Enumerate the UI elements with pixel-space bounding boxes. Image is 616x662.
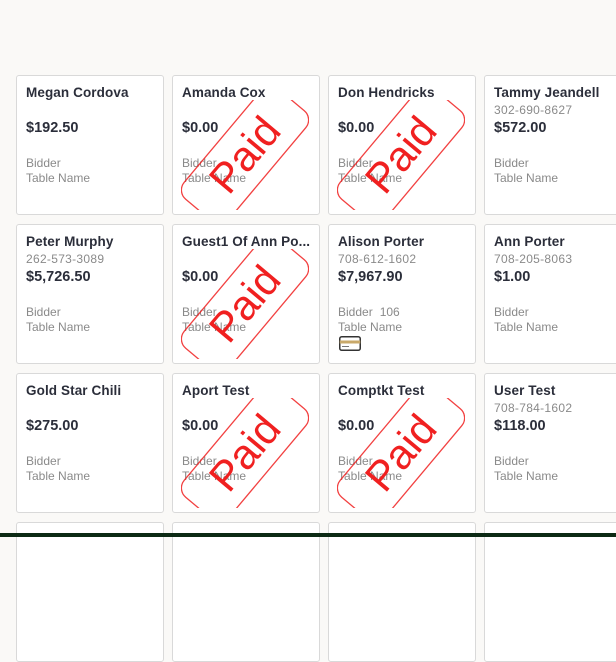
bidder-card[interactable]: Comptkt Test $0.00 Bidder Table Name Paid (328, 373, 476, 513)
bidder-amount: $0.00 (182, 418, 219, 434)
bidder-name: Guest1 Of Ann Po... (182, 234, 311, 249)
bidder-amount: $5,726.50 (26, 269, 91, 285)
bidder-phone: 708-784-1602 (494, 401, 573, 415)
bidder-label: Bidder (494, 156, 529, 170)
bidder-number-row: Bidder (494, 454, 529, 468)
bidder-card[interactable]: Don Hendricks $0.00 Bidder Table Name Paid (328, 75, 476, 215)
table-name-label: Table Name (338, 171, 403, 185)
bidder-phone: 708-205-8063 (494, 252, 573, 266)
bidder-name: Gold Star Chili (26, 383, 122, 398)
bidder-card[interactable] (172, 522, 320, 662)
bidder-label: Bidder (494, 305, 529, 319)
bidder-amount: $0.00 (338, 418, 375, 434)
bidder-name: Peter Murphy (26, 234, 114, 249)
bidder-number-row: Bidder 106 (338, 305, 400, 319)
bidder-amount: $7,967.90 (338, 269, 403, 285)
bidder-number-row: Bidder (494, 305, 529, 319)
bidder-card[interactable]: Megan Cordova $192.50 Bidder Table Name (16, 75, 164, 215)
bidder-amount: $0.00 (182, 269, 219, 285)
table-name-label: Table Name (338, 469, 403, 483)
bidder-name: User Test (494, 383, 556, 398)
bidder-label: Bidder (338, 454, 373, 468)
bidder-card[interactable]: Guest1 Of Ann Po... $0.00 Bidder Table Name… (172, 224, 320, 364)
paid-stamp: Paid (181, 100, 309, 210)
table-name-label: Table Name (182, 320, 247, 334)
bidder-amount: $275.00 (26, 418, 79, 434)
bidder-name: Alison Porter (338, 234, 425, 249)
bidder-phone: 708-612-1602 (338, 252, 417, 266)
bidder-number-row: Bidder (26, 156, 61, 170)
bidder-card[interactable]: User Test 708-784-1602 $118.00 Bidder Table … (484, 373, 616, 513)
bidder-card[interactable]: Ann Porter 708-205-8063 $1.00 Bidder Table N… (484, 224, 616, 364)
bidder-label: Bidder (182, 454, 217, 468)
paid-stamp: Paid (181, 249, 309, 359)
bidder-amount: $1.00 (494, 269, 531, 285)
bidder-number: 106 (379, 305, 400, 319)
bidder-number-row: Bidder (182, 305, 217, 319)
bidder-card[interactable]: Gold Star Chili $275.00 Bidder Table Name (16, 373, 164, 513)
bidder-name: Megan Cordova (26, 85, 129, 100)
table-name-label: Table Name (182, 171, 247, 185)
bidder-card[interactable] (484, 522, 616, 662)
paid-stamp: Paid (337, 100, 465, 210)
bidder-amount: $572.00 (494, 120, 547, 136)
bidder-label: Bidder (338, 305, 373, 319)
table-name-label: Table Name (182, 469, 247, 483)
bidder-card[interactable] (328, 522, 476, 662)
bidder-number-row: Bidder (338, 156, 373, 170)
table-name-label: Table Name (494, 171, 559, 185)
paid-stamp: Paid (181, 398, 309, 508)
bidder-card[interactable]: Amanda Cox $0.00 Bidder Table Name Paid (172, 75, 320, 215)
bidder-label: Bidder (26, 305, 61, 319)
bidder-label: Bidder (26, 454, 61, 468)
bidder-number-row: Bidder (26, 305, 61, 319)
bidder-card[interactable]: Alison Porter 708-612-1602 $7,967.90 Bidder… (328, 224, 476, 364)
bidder-card-grid: Megan Cordova $192.50 Bidder Table Name Aman… (0, 0, 616, 662)
bidder-label: Bidder (494, 454, 529, 468)
bidder-card[interactable]: Tammy Jeandell 302-690-8627 $572.00 Bidder T… (484, 75, 616, 215)
bidder-label: Bidder (338, 156, 373, 170)
table-name-label: Table Name (338, 320, 403, 334)
credit-card-icon[interactable] (339, 336, 361, 351)
bidder-number-row: Bidder (182, 454, 217, 468)
table-name-label: Table Name (494, 320, 559, 334)
bidder-name: Amanda Cox (182, 85, 266, 100)
bidder-name: Tammy Jeandell (494, 85, 600, 100)
bidder-number-row: Bidder (26, 454, 61, 468)
bidder-phone: 302-690-8627 (494, 103, 573, 117)
bidder-name: Ann Porter (494, 234, 565, 249)
bidder-number-row: Bidder (494, 156, 529, 170)
bidder-name: Aport Test (182, 383, 250, 398)
bidder-card[interactable]: Aport Test $0.00 Bidder Table Name Paid (172, 373, 320, 513)
paid-stamp: Paid (337, 398, 465, 508)
bidder-label: Bidder (182, 305, 217, 319)
bottom-bar (0, 533, 616, 537)
bidder-card[interactable]: Peter Murphy 262-573-3089 $5,726.50 Bidder T… (16, 224, 164, 364)
bidder-label: Bidder (26, 156, 61, 170)
table-name-label: Table Name (494, 469, 559, 483)
bidder-amount: $118.00 (494, 418, 546, 434)
bidder-card[interactable] (16, 522, 164, 662)
bidder-phone: 262-573-3089 (26, 252, 105, 266)
table-name-label: Table Name (26, 320, 91, 334)
bidder-name: Comptkt Test (338, 383, 425, 398)
bidder-label: Bidder (182, 156, 217, 170)
bidder-name: Don Hendricks (338, 85, 435, 100)
bidder-amount: $0.00 (182, 120, 219, 136)
bidder-number-row: Bidder (182, 156, 217, 170)
table-name-label: Table Name (26, 469, 91, 483)
bidder-amount: $0.00 (338, 120, 375, 136)
bidder-amount: $192.50 (26, 120, 79, 136)
table-name-label: Table Name (26, 171, 91, 185)
bidder-number-row: Bidder (338, 454, 373, 468)
